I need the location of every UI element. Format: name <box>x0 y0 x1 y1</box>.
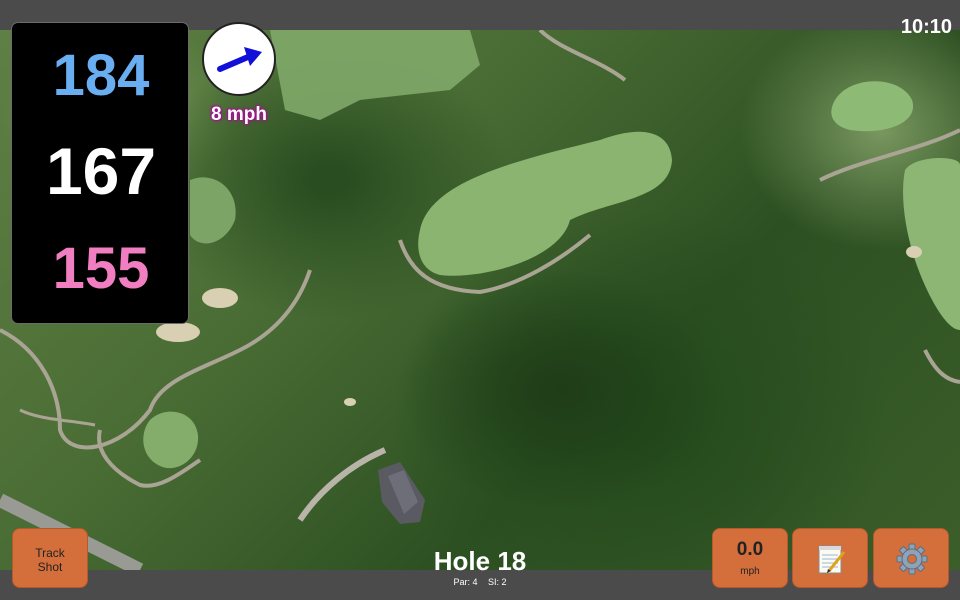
driveway <box>297 447 387 522</box>
fairway-left <box>190 177 236 244</box>
hole-stroke-index: SI: 2 <box>488 577 507 587</box>
bunker-3 <box>906 246 922 258</box>
gear-icon <box>896 543 928 575</box>
track-shot-button[interactable]: Track Shot <box>12 528 88 588</box>
yardage-panel: 184 167 155 <box>11 22 189 324</box>
bunker-2 <box>156 322 200 342</box>
green-right-top <box>831 81 914 132</box>
settings-button[interactable] <box>873 528 949 588</box>
hole-par: Par: 4 <box>453 577 478 587</box>
speed-value: 0.0 <box>736 539 764 560</box>
fairway-upper-left <box>270 30 480 120</box>
clock-time: 10:10 <box>900 16 952 38</box>
cart-path-7 <box>923 349 960 384</box>
wind-speed-label: 8 mph <box>211 104 267 125</box>
hole-title: Hole 18 <box>433 546 527 576</box>
fairway-right <box>903 158 960 330</box>
track-shot-label-line1: Track <box>35 546 65 560</box>
yardage-back: 184 <box>52 43 150 108</box>
yardage-center: 167 <box>45 134 157 208</box>
wind-direction-dial <box>202 22 276 96</box>
notes-button[interactable] <box>792 528 868 588</box>
track-shot-label-line2: Shot <box>37 560 63 574</box>
cart-path-3 <box>538 30 627 82</box>
arrow-icon <box>217 47 262 72</box>
bunker-4 <box>344 398 356 406</box>
speed-unit: mph <box>740 566 760 577</box>
fairway-middle <box>418 131 672 276</box>
hole-info: Par: 4 SI: 2 <box>380 577 580 587</box>
yardage-front: 155 <box>52 236 150 301</box>
bunker-1 <box>202 288 238 308</box>
notepad-icon <box>818 545 846 574</box>
green-left-bottom <box>143 411 199 469</box>
speed-button[interactable]: 0.0 mph <box>712 528 788 588</box>
